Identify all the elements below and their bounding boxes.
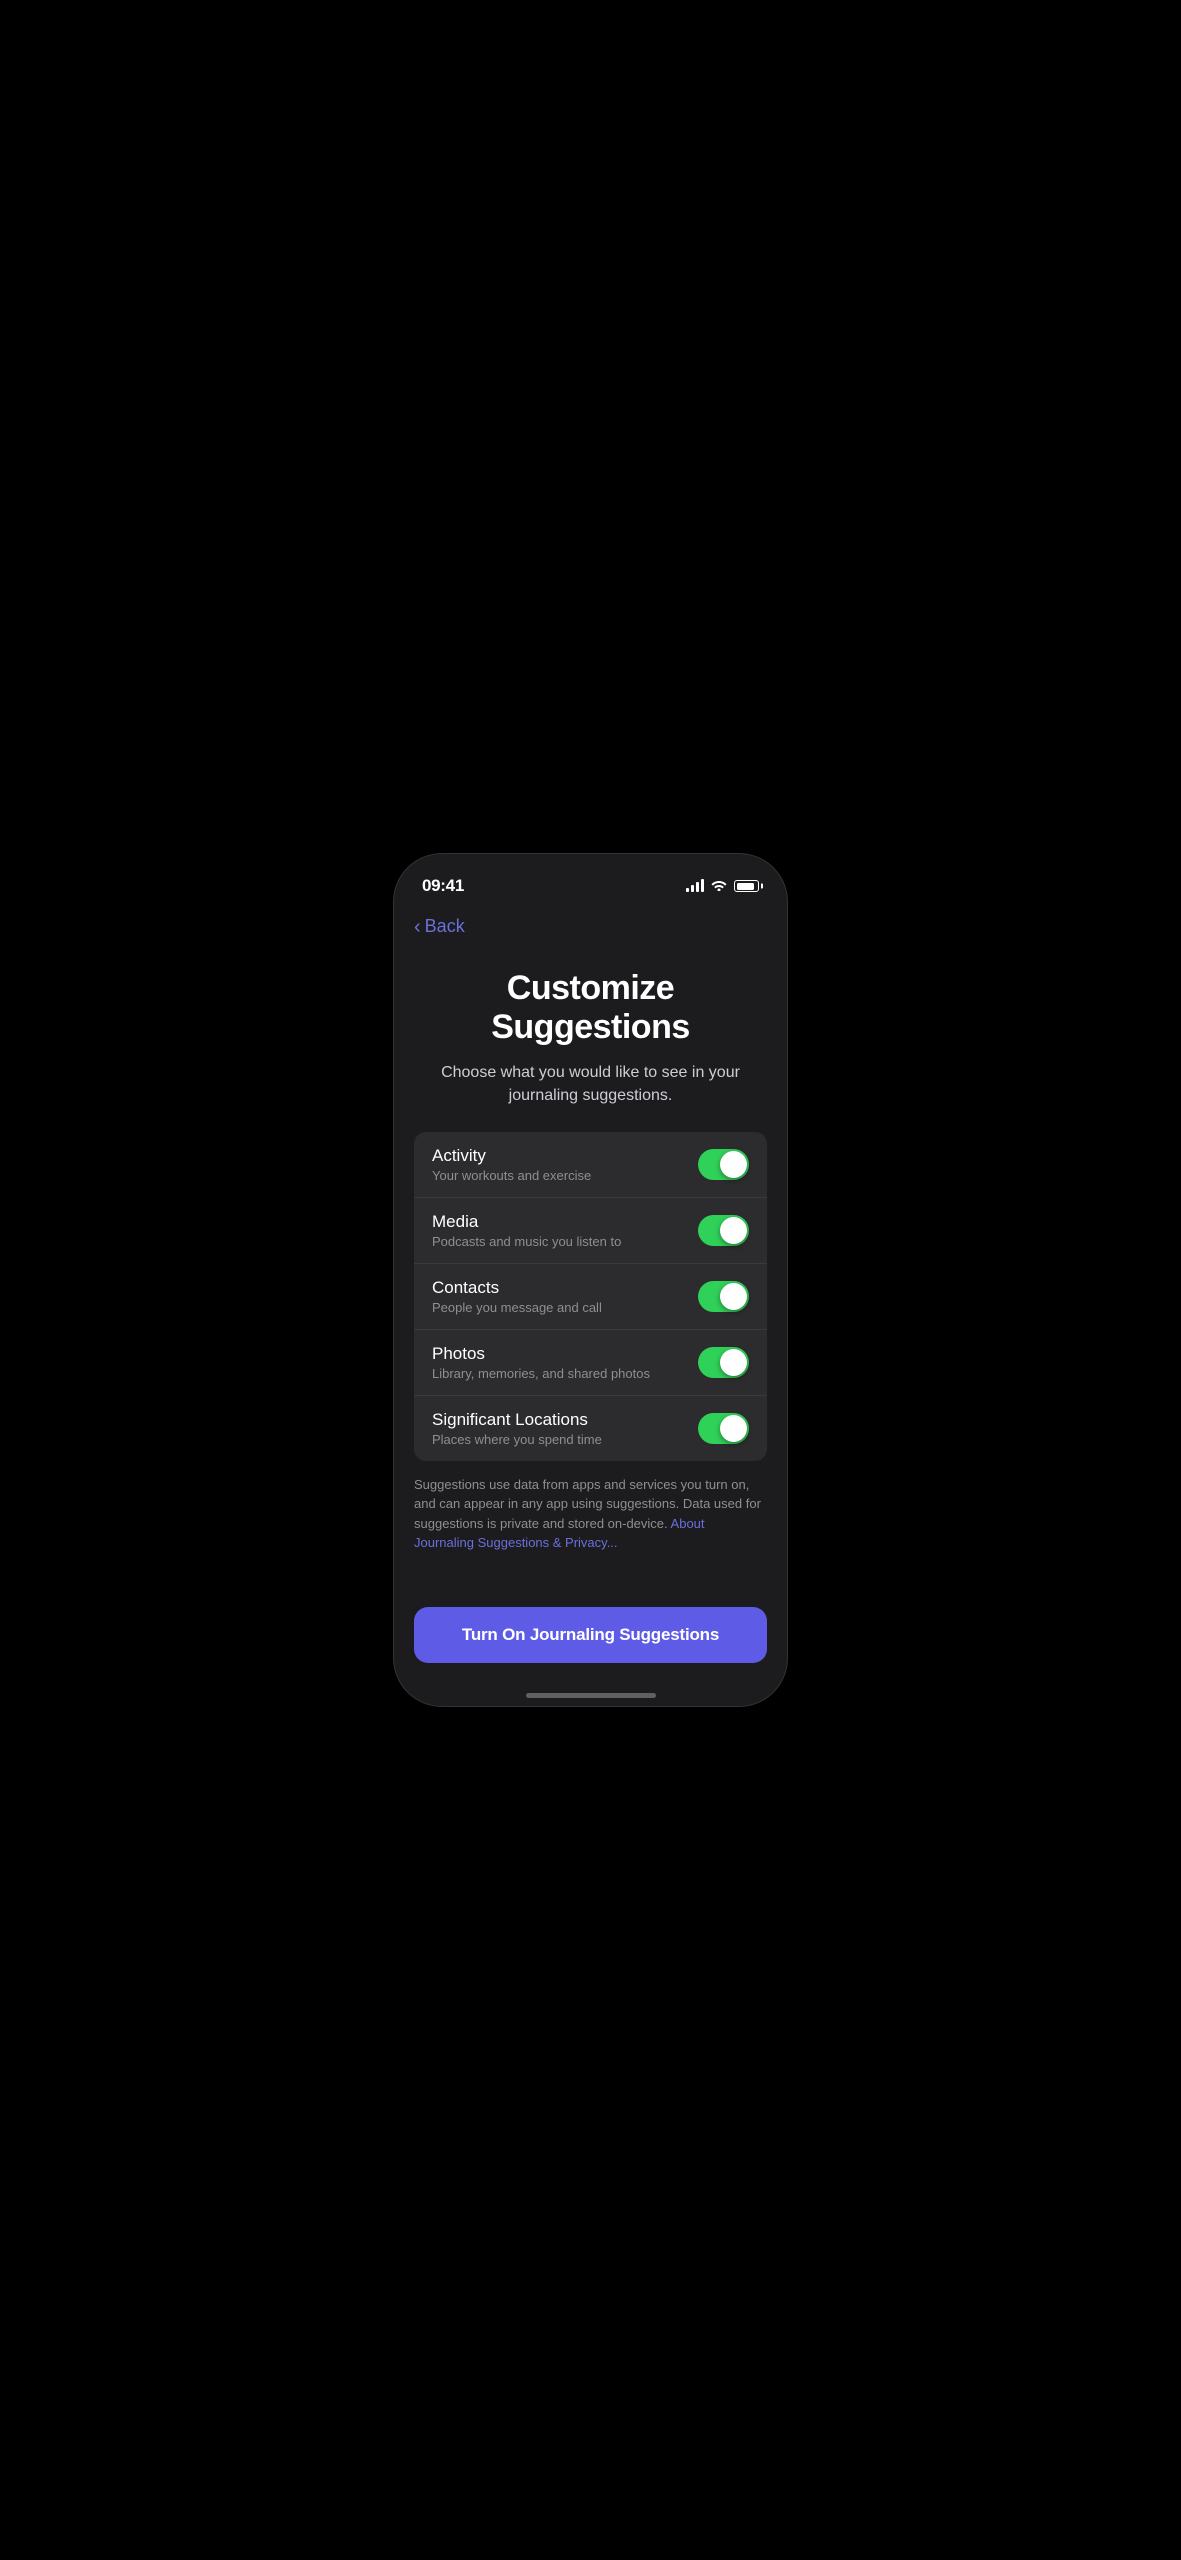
media-subtitle: Podcasts and music you listen to (432, 1234, 698, 1249)
contacts-toggle-knob (720, 1283, 747, 1310)
main-content: ‹ Back Customize Suggestions Choose what… (394, 904, 787, 1706)
turn-on-button[interactable]: Turn On Journaling Suggestions (414, 1607, 767, 1663)
wifi-icon (711, 878, 727, 894)
bottom-section: Turn On Journaling Suggestions (394, 1591, 787, 1693)
media-title: Media (432, 1212, 698, 1232)
settings-item-photos: Photos Library, memories, and shared pho… (414, 1330, 767, 1396)
privacy-text: Suggestions use data from apps and servi… (414, 1477, 761, 1531)
contacts-title: Contacts (432, 1278, 698, 1298)
contacts-toggle[interactable] (698, 1281, 749, 1312)
page-title: Customize Suggestions (424, 969, 757, 1047)
photos-subtitle: Library, memories, and shared photos (432, 1366, 698, 1381)
locations-title: Significant Locations (432, 1410, 698, 1430)
locations-toggle[interactable] (698, 1413, 749, 1444)
locations-toggle-knob (720, 1415, 747, 1442)
back-button[interactable]: ‹ Back (394, 904, 787, 949)
media-toggle[interactable] (698, 1215, 749, 1246)
activity-title: Activity (432, 1146, 698, 1166)
page-header: Customize Suggestions Choose what you wo… (394, 949, 787, 1132)
photos-toggle[interactable] (698, 1347, 749, 1378)
status-time: 09:41 (422, 876, 464, 896)
settings-item-media: Media Podcasts and music you listen to (414, 1198, 767, 1264)
back-chevron-icon: ‹ (414, 917, 421, 937)
settings-item-activity: Activity Your workouts and exercise (414, 1132, 767, 1198)
settings-item-contacts: Contacts People you message and call (414, 1264, 767, 1330)
signal-icon (686, 880, 704, 892)
page-subtitle: Choose what you would like to see in you… (424, 1061, 757, 1107)
home-bar (526, 1693, 656, 1698)
activity-toggle[interactable] (698, 1149, 749, 1180)
activity-toggle-knob (720, 1151, 747, 1178)
photos-toggle-knob (720, 1349, 747, 1376)
contacts-subtitle: People you message and call (432, 1300, 698, 1315)
locations-subtitle: Places where you spend time (432, 1432, 698, 1447)
settings-list: Activity Your workouts and exercise Medi… (414, 1132, 767, 1461)
home-indicator (394, 1693, 787, 1706)
status-icons (686, 878, 759, 894)
status-bar: 09:41 (394, 854, 787, 904)
settings-item-locations: Significant Locations Places where you s… (414, 1396, 767, 1461)
photos-title: Photos (432, 1344, 698, 1364)
media-toggle-knob (720, 1217, 747, 1244)
battery-icon (734, 880, 759, 892)
back-label: Back (425, 916, 465, 937)
activity-subtitle: Your workouts and exercise (432, 1168, 698, 1183)
privacy-note: Suggestions use data from apps and servi… (394, 1461, 787, 1573)
